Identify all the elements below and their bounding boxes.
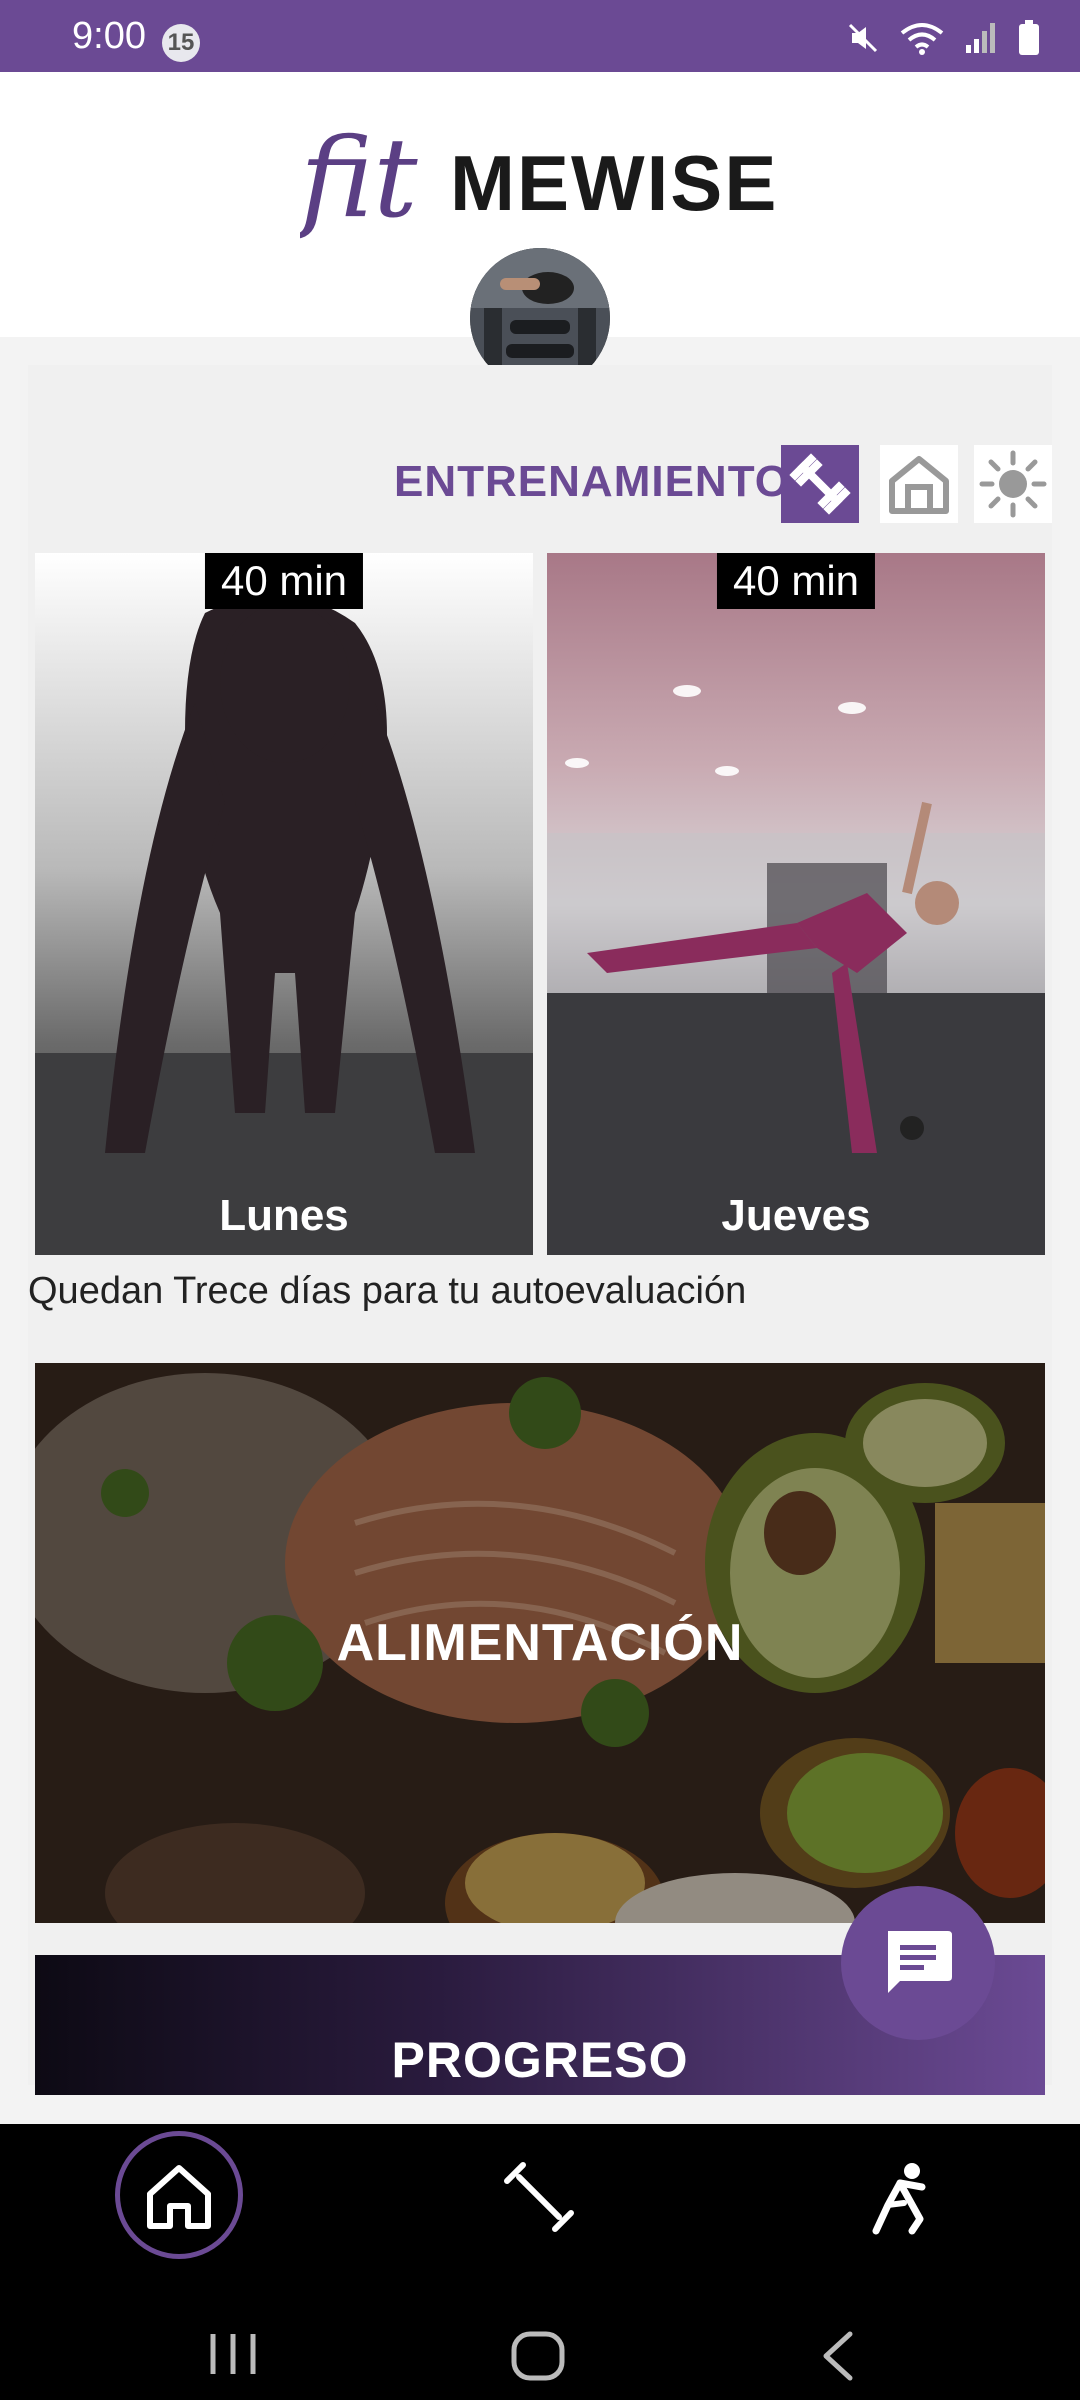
dumbbell-icon — [789, 453, 851, 515]
logo-script-mark: fit — [300, 114, 418, 242]
content-panel: ENTRENAMIENTO 40 min Lunes 40 min Jueves… — [28, 365, 1052, 2095]
gym-mode-button[interactable] — [781, 445, 859, 523]
nutrition-card[interactable]: ALIMENTACIÓN — [35, 1363, 1045, 1923]
mute-icon — [848, 23, 878, 53]
nav-stretching[interactable] — [835, 2132, 965, 2262]
workout-card-lunes[interactable]: 40 min Lunes — [35, 553, 533, 1255]
battery-icon — [1019, 20, 1039, 55]
dumbbell-icon — [504, 2162, 574, 2232]
back-icon[interactable] — [818, 2330, 858, 2382]
training-title: ENTRENAMIENTO — [394, 457, 790, 506]
system-navigation-bar — [0, 2304, 1080, 2400]
status-bar: 9:00 15 — [0, 0, 1080, 72]
workout-image-gym — [547, 553, 1045, 1255]
workout-duration: 40 min — [716, 553, 876, 609]
bottom-navigation — [0, 2124, 1080, 2400]
workout-day-label: Jueves — [721, 1191, 871, 1240]
outdoor-mode-button[interactable] — [974, 445, 1052, 523]
workout-day-label: Lunes — [219, 1191, 349, 1240]
workout-image-pushup — [35, 553, 533, 1255]
stretching-icon — [872, 2163, 926, 2235]
status-icons — [846, 20, 1040, 56]
recent-apps-icon[interactable] — [205, 2330, 261, 2378]
home-mode-button[interactable] — [880, 445, 958, 523]
app-logo: fit MEWISE — [300, 98, 780, 258]
training-section-header: ENTRENAMIENTO — [28, 445, 1052, 525]
signal-icon — [966, 23, 995, 53]
svg-text:fit: fit — [300, 114, 418, 242]
nutrition-label: ALIMENTACIÓN — [336, 1614, 744, 1672]
wifi-icon — [900, 23, 944, 55]
nav-home[interactable] — [115, 2131, 243, 2259]
self-evaluation-countdown: Quedan Trece días para tu autoevaluación — [28, 1270, 747, 1312]
workout-duration: 40 min — [204, 553, 364, 609]
chat-button[interactable] — [841, 1886, 995, 2040]
progress-label: PROGRESO — [391, 2032, 689, 2088]
workout-card-jueves[interactable]: 40 min Jueves — [547, 553, 1045, 1255]
sun-icon — [979, 450, 1047, 518]
nav-workouts[interactable] — [474, 2132, 604, 2262]
status-time: 9:00 — [72, 15, 146, 57]
chat-icon — [888, 1931, 952, 1993]
house-icon — [889, 456, 949, 514]
logo-wordmark: MEWISE — [450, 139, 779, 227]
notification-count-badge: 15 — [162, 24, 200, 62]
home-system-icon[interactable] — [510, 2330, 566, 2382]
home-icon — [147, 2165, 211, 2229]
